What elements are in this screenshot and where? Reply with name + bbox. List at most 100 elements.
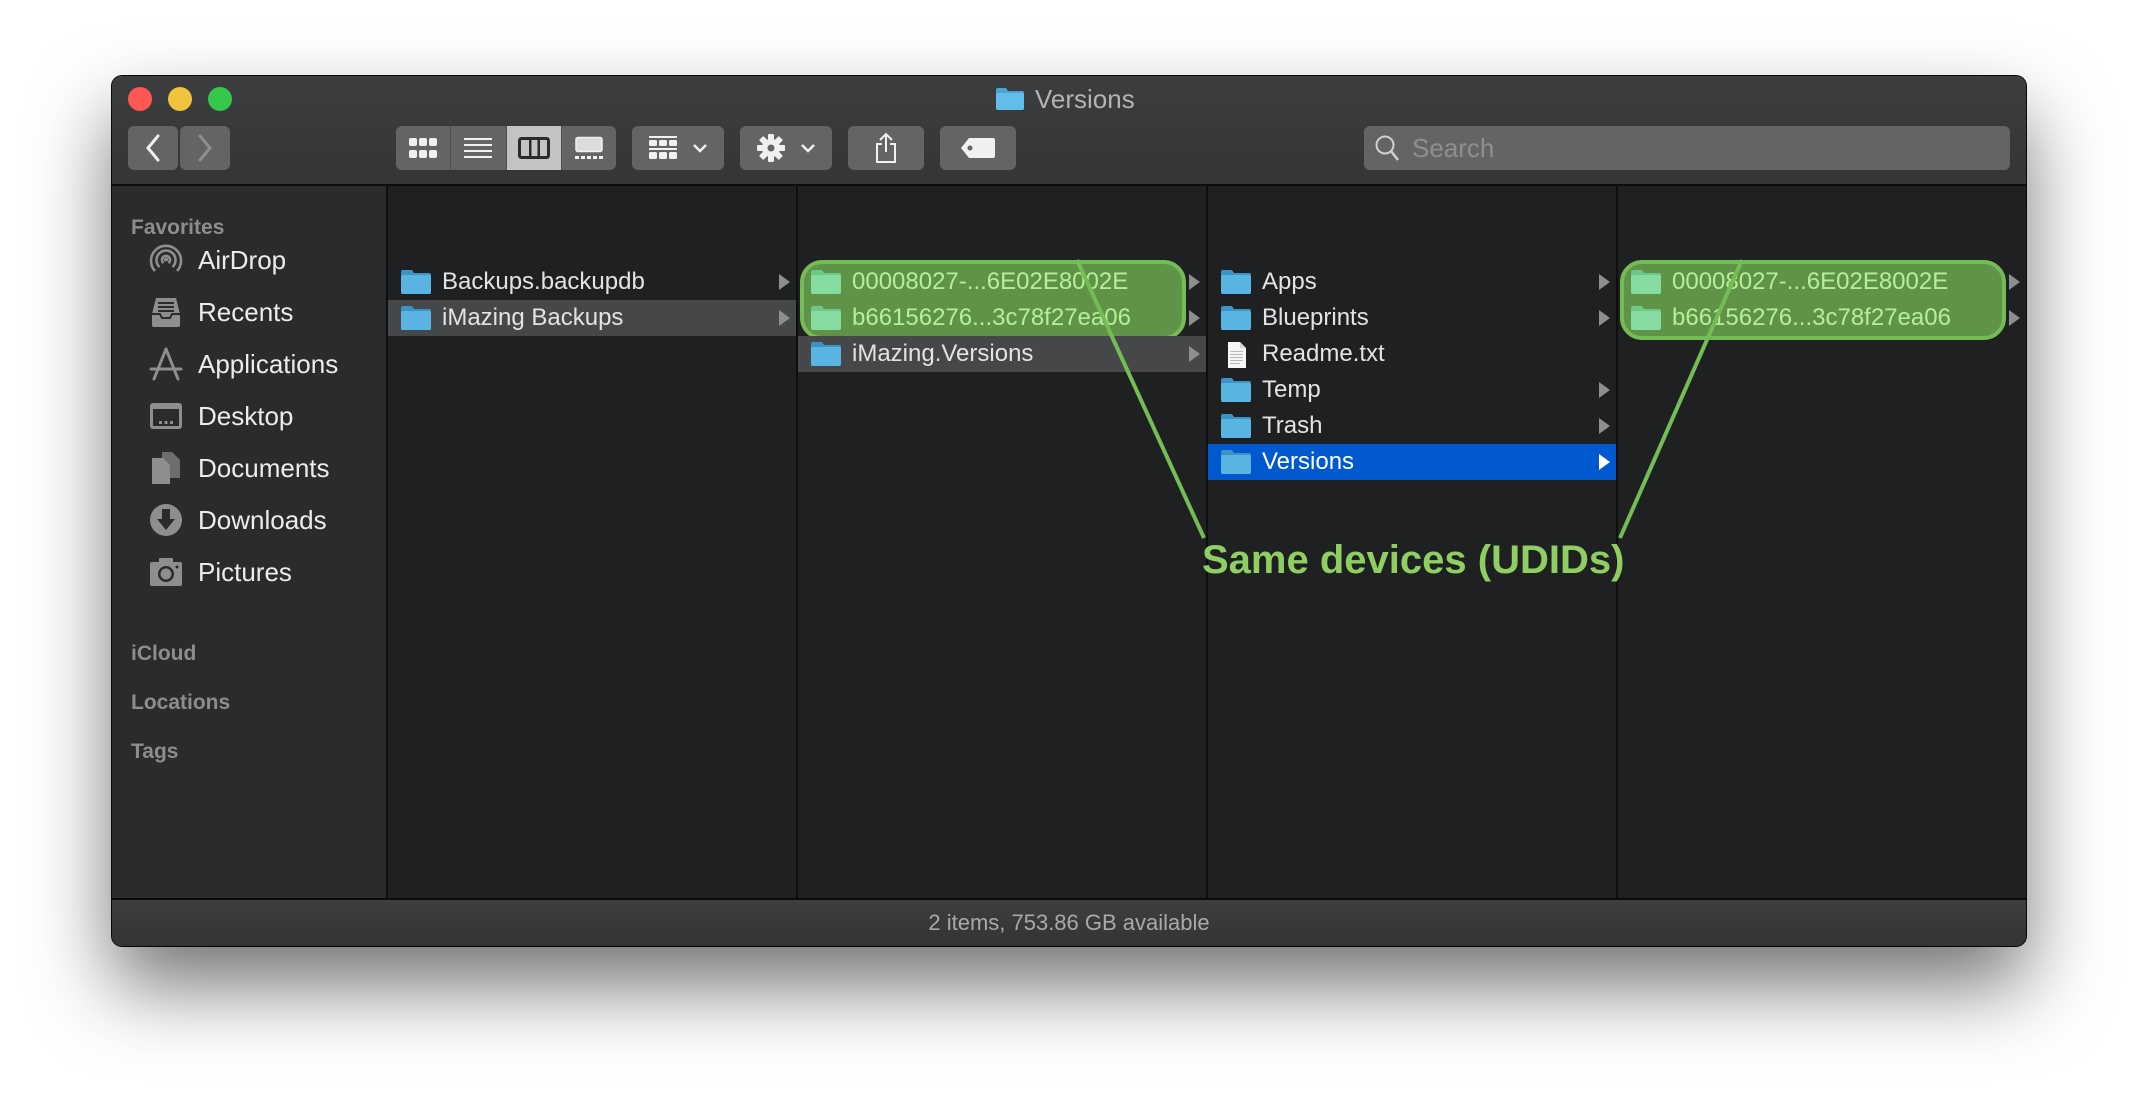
chevron-left-icon [146, 134, 160, 162]
disclosure-arrow-icon [779, 274, 790, 290]
chevron-down-icon [693, 144, 707, 153]
sidebar-item-label: Downloads [198, 504, 327, 535]
disclosure-arrow-icon [1599, 418, 1610, 434]
disclosure-arrow-icon [1189, 310, 1200, 326]
sidebar-item-pictures[interactable]: Pictures [148, 550, 292, 594]
sidebar-section-icloud[interactable]: iCloud [131, 642, 196, 666]
folder-row[interactable]: Blueprints [1208, 300, 1616, 336]
search-icon [1375, 135, 1399, 161]
sidebar-item-desktop[interactable]: Desktop [148, 394, 293, 438]
zoom-button[interactable] [208, 87, 232, 111]
disclosure-arrow-icon [1189, 346, 1200, 362]
sidebar-item-documents[interactable]: Documents [148, 446, 330, 490]
item-name: Trash [1262, 412, 1323, 439]
item-name: Backups.backupdb [442, 268, 645, 295]
minimize-button[interactable] [168, 87, 192, 111]
folder-icon [1220, 377, 1252, 408]
chevron-down-icon [801, 144, 815, 153]
item-name: iMazing Backups [442, 304, 624, 331]
share-button[interactable] [848, 126, 924, 170]
browser-column-3: Apps Blueprints Readme.txt Temp Trash Version… [1208, 186, 1618, 898]
disclosure-arrow-icon [779, 310, 790, 326]
item-name: Versions [1262, 448, 1355, 475]
title-bar: Versions Search [112, 76, 2026, 186]
tag-button[interactable] [940, 126, 1016, 170]
view-mode-control[interactable] [396, 126, 616, 170]
window-title-text: Versions [1035, 83, 1135, 114]
folder-icon [1220, 269, 1252, 300]
item-name: 00008027-...6E02E8002E [1672, 268, 1949, 295]
item-name: Readme.txt [1262, 340, 1385, 367]
item-name: iMazing.Versions [852, 340, 1034, 367]
share-icon [876, 132, 896, 163]
folder-icon [400, 269, 432, 300]
chevron-right-icon [198, 134, 212, 162]
search-field[interactable]: Search [1364, 126, 2010, 170]
folder-row[interactable]: 00008027-...6E02E8002E [1618, 264, 2026, 300]
sidebar-section-locations[interactable]: Locations [131, 691, 230, 715]
status-bar: 2 items, 753.86 GB available [112, 898, 2026, 946]
folder-row[interactable]: 00008027-...6E02E8002E [798, 264, 1206, 300]
disclosure-arrow-icon [1599, 274, 1610, 290]
list-view-button[interactable] [451, 126, 507, 170]
airdrop-icon [148, 242, 184, 278]
folder-row[interactable]: iMazing Backups [388, 300, 796, 336]
action-button[interactable] [740, 126, 832, 170]
close-button[interactable] [128, 87, 152, 111]
icon-view-button[interactable] [396, 126, 452, 170]
search-placeholder: Search [1412, 132, 1495, 163]
item-name: Blueprints [1262, 304, 1369, 331]
sidebar-item-recents[interactable]: Recents [148, 290, 293, 334]
columns-icon [517, 137, 550, 159]
folder-row[interactable]: Backups.backupdb [388, 264, 796, 300]
folder-icon [1220, 449, 1252, 480]
recents-icon [148, 294, 184, 330]
browser-column-1: Backups.backupdb iMazing Backups [388, 186, 798, 898]
group-by-icon [649, 136, 677, 159]
back-button[interactable] [128, 126, 178, 170]
grid-icon [409, 138, 438, 158]
gallery-view-button[interactable] [562, 126, 616, 170]
sidebar-item-downloads[interactable]: Downloads [148, 498, 327, 542]
gallery-icon [574, 136, 603, 159]
sidebar-item-label: AirDrop [198, 244, 287, 275]
pictures-icon [148, 554, 184, 590]
folder-row[interactable]: b66156276...3c78f27ea06 [1618, 300, 2026, 336]
sidebar-item-label: Applications [198, 348, 339, 379]
folder-icon [1220, 413, 1252, 444]
gear-icon [757, 134, 785, 162]
disclosure-arrow-icon [1189, 274, 1200, 290]
disclosure-arrow-icon [2009, 274, 2020, 290]
disclosure-arrow-icon [1599, 382, 1610, 398]
finder-window: Versions Search Favorites AirDrop Recent… [112, 76, 2026, 946]
item-name: Temp [1262, 376, 1321, 403]
folder-row[interactable]: Trash [1208, 408, 1616, 444]
group-by-button[interactable] [632, 126, 724, 170]
folder-row[interactable]: Temp [1208, 372, 1616, 408]
folder-row[interactable]: iMazing.Versions [798, 336, 1206, 372]
item-name: 00008027-...6E02E8002E [852, 268, 1129, 295]
sidebar-item-airdrop[interactable]: AirDrop [148, 238, 286, 282]
desktop-icon [148, 398, 184, 434]
sidebar-section-tags[interactable]: Tags [131, 740, 178, 764]
folder-icon [400, 305, 432, 336]
folder-icon [1220, 305, 1252, 336]
folder-row[interactable]: b66156276...3c78f27ea06 [798, 300, 1206, 336]
window-title: Versions [995, 82, 1135, 116]
forward-button[interactable] [180, 126, 230, 170]
sidebar-item-label: Pictures [198, 556, 292, 587]
folder-row[interactable]: Versions [1208, 444, 1616, 480]
folder-row[interactable]: Apps [1208, 264, 1616, 300]
documents-icon [148, 450, 184, 486]
file-row[interactable]: Readme.txt [1208, 336, 1616, 372]
disclosure-arrow-icon [1599, 310, 1610, 326]
folder-icon [810, 305, 842, 336]
sidebar-item-applications[interactable]: Applications [148, 342, 338, 386]
folder-icon [995, 87, 1025, 111]
folder-icon [810, 269, 842, 300]
status-text: 2 items, 753.86 GB available [928, 910, 1210, 935]
browser-column-4: 00008027-...6E02E8002E b66156276...3c78f2… [1618, 186, 2026, 898]
column-view-button[interactable] [506, 126, 562, 170]
sidebar-section-favorites[interactable]: Favorites [131, 216, 224, 240]
text-file-icon [1220, 341, 1252, 374]
